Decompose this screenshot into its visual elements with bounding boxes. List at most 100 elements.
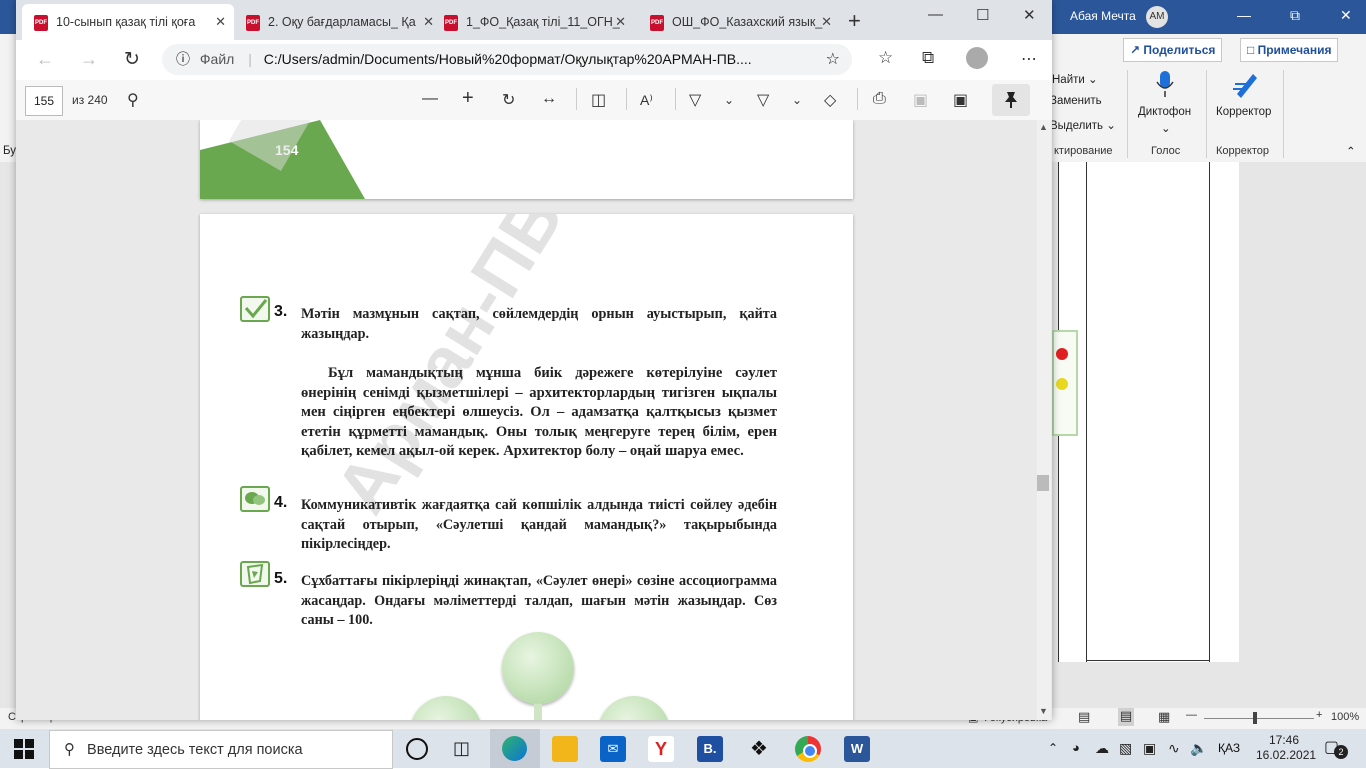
chevron-down-icon[interactable]: ⌄ (792, 93, 802, 107)
print-layout-icon[interactable]: ▤ (1118, 708, 1134, 726)
read-mode-icon[interactable]: ▤ (1078, 709, 1090, 725)
meet-now-icon[interactable]: ▣ (1143, 740, 1156, 757)
mail-icon[interactable]: ✉ (600, 736, 626, 762)
add-favorite-icon[interactable]: ☆ (826, 44, 840, 75)
dictate-button[interactable]: Диктофон (1138, 106, 1191, 118)
scrollbar-track[interactable] (1037, 120, 1051, 720)
editor-group-label: Корректор (1216, 145, 1269, 157)
zoom-slider[interactable] (1204, 718, 1314, 719)
minimize-icon[interactable]: — (1237, 7, 1251, 23)
save-icon[interactable]: ▣ (913, 90, 928, 110)
close-icon[interactable]: ✕ (1340, 7, 1352, 24)
page-view-icon[interactable]: ◫ (591, 90, 606, 110)
dropbox-icon[interactable]: ❖ (746, 736, 772, 762)
yandex-icon[interactable]: Y (648, 736, 674, 762)
close-icon[interactable]: ✕ (1023, 6, 1036, 24)
address-url[interactable]: C:/Users/admin/Documents/Новый%20формат/… (264, 51, 752, 67)
web-layout-icon[interactable]: ▦ (1158, 709, 1170, 725)
find-button[interactable]: Найти ⌄ (1052, 72, 1098, 86)
more-options-icon[interactable]: ⋯ (1021, 49, 1037, 69)
collapse-ribbon-icon[interactable]: ⌃ (1346, 144, 1356, 158)
wifi-icon[interactable]: ∿ (1168, 740, 1180, 757)
new-tab-button[interactable]: + (848, 8, 861, 34)
info-icon[interactable]: ⓘ (176, 51, 190, 67)
editor-pen-icon[interactable] (1231, 70, 1261, 100)
save-as-icon[interactable]: ▣ (953, 90, 968, 110)
chevron-down-icon[interactable]: ⌄ (724, 93, 734, 107)
browser-tab[interactable]: PDF 10-сынып қазақ тілі қоға ✕ (22, 4, 234, 40)
draw-icon[interactable]: ▽ (757, 90, 769, 110)
speech-bubbles-icon (240, 486, 270, 512)
rotate-icon[interactable]: ↻ (502, 90, 515, 110)
close-tab-icon[interactable]: ✕ (615, 4, 626, 40)
address-divider: | (248, 51, 252, 67)
browser-tab[interactable]: PDF 2. Оқу бағдарламасы_ Қа ✕ (236, 4, 442, 40)
scroll-up-icon[interactable]: ▲ (1039, 122, 1048, 132)
editor-button[interactable]: Корректор (1216, 106, 1271, 118)
battery-icon[interactable]: ▧ (1119, 740, 1132, 757)
zoom-out-icon[interactable]: — (422, 90, 438, 108)
address-bar[interactable]: ⓘ Файл | C:/Users/admin/Documents/Новый%… (162, 44, 852, 75)
favorites-icon[interactable]: ☆ (878, 48, 893, 68)
eraser-icon[interactable]: ◇ (824, 90, 836, 110)
pdf-viewer[interactable]: 154 Арман-ПВ баспасы 3. Мәтін мазмұнын с… (16, 120, 1052, 720)
zoom-level[interactable]: 100% (1331, 711, 1359, 723)
minimize-icon[interactable]: — (928, 6, 943, 23)
browser-tab[interactable]: PDF 1_ФО_Қазақ тілі_11_ОГН_ ✕ (444, 4, 634, 40)
zoom-slider-thumb[interactable] (1253, 712, 1257, 724)
pdf-page-current: Арман-ПВ баспасы 3. Мәтін мазмұнын сақта… (200, 214, 853, 720)
pin-icon (1005, 92, 1017, 108)
fit-to-page-icon[interactable]: ↔ (541, 90, 557, 108)
windows-start-icon[interactable] (14, 739, 34, 762)
page-number-input[interactable]: 155 (25, 86, 63, 116)
notifications-icon[interactable]: ▢ 2 (1324, 737, 1348, 759)
forward-icon[interactable]: → (80, 49, 98, 70)
cortana-icon[interactable] (406, 738, 428, 760)
clock[interactable]: 17:46 16.02.2021 (1256, 733, 1316, 763)
tray-app-icon[interactable]: ◕ (1072, 740, 1080, 755)
chevron-down-icon[interactable]: ⌄ (1161, 121, 1171, 135)
microphone-icon[interactable] (1155, 70, 1175, 98)
scrollbar-thumb[interactable] (1037, 475, 1049, 491)
word-icon[interactable]: W (844, 736, 870, 762)
task-view-icon[interactable]: ◫ (453, 738, 470, 759)
close-tab-icon[interactable]: ✕ (821, 4, 832, 40)
scroll-down-icon[interactable]: ▼ (1039, 706, 1048, 716)
replace-button[interactable]: Заменить (1050, 95, 1102, 107)
word-page[interactable] (1058, 162, 1239, 662)
language-indicator[interactable]: ҚАЗ (1218, 741, 1240, 755)
print-icon[interactable]: ⎙ (873, 90, 886, 108)
highlight-icon[interactable]: ▽ (689, 90, 701, 110)
toolbar-divider (626, 88, 627, 110)
word-user-name[interactable]: Абая Мечта (1070, 9, 1136, 23)
close-tab-icon[interactable]: ✕ (423, 4, 434, 40)
zoom-out-icon[interactable]: — (1186, 709, 1197, 721)
b-app-icon[interactable]: B. (697, 736, 723, 762)
zoom-in-icon[interactable]: + (1316, 709, 1322, 721)
profile-icon[interactable] (966, 47, 988, 69)
browser-tab[interactable]: PDF ОШ_ФО_Казахский язык_ ✕ (650, 4, 840, 40)
onedrive-icon[interactable]: ☁ (1095, 740, 1109, 757)
collections-icon[interactable]: ⧉ (922, 48, 934, 68)
volume-icon[interactable]: 🔈 (1190, 740, 1207, 757)
back-icon[interactable]: ← (36, 49, 54, 70)
refresh-icon[interactable]: ↻ (124, 48, 140, 71)
edge-taskbar-button[interactable] (490, 729, 540, 768)
taskbar-search-input[interactable]: ⚲ Введите здесь текст для поиска (49, 730, 393, 769)
show-hidden-icons[interactable]: ⌃ (1048, 741, 1058, 755)
zoom-in-icon[interactable]: + (462, 87, 474, 110)
select-button[interactable]: Выделить ⌄ (1050, 118, 1116, 132)
tab-title: 1_ФО_Қазақ тілі_11_ОГН_ (466, 15, 620, 29)
close-tab-icon[interactable]: ✕ (215, 4, 226, 40)
search-icon[interactable]: ⚲ (127, 90, 139, 110)
word-embedded-image[interactable] (1052, 330, 1078, 436)
chrome-icon[interactable] (795, 736, 821, 762)
comments-button[interactable]: □ Примечания (1240, 38, 1339, 62)
share-button[interactable]: ↗ Поделиться (1123, 38, 1223, 62)
pin-toolbar-button[interactable] (992, 84, 1030, 116)
maximize-icon[interactable]: ☐ (976, 6, 989, 24)
avatar[interactable]: AM (1146, 6, 1168, 28)
restore-icon[interactable]: ⧉ (1290, 7, 1300, 24)
read-aloud-icon[interactable]: A⁾ (640, 92, 653, 109)
file-explorer-icon[interactable] (552, 736, 578, 762)
